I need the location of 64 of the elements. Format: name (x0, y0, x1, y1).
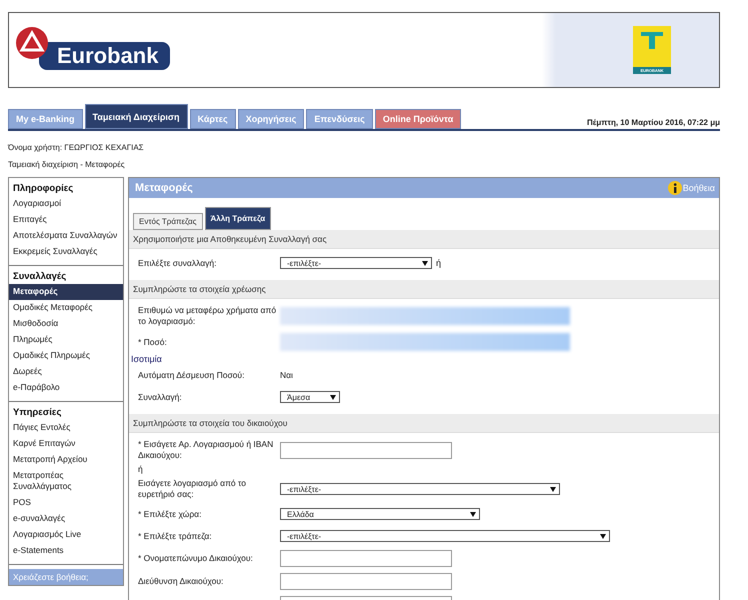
field-value: Ναι (280, 370, 293, 380)
field-label: Επιθυμώ να μεταφέρω χρήματα από το λογαριασμό: (138, 305, 276, 326)
section-header: Συμπληρώστε τα στοιχεία χρέωσης (129, 280, 719, 299)
sidebar-item[interactable]: Αποτελέσματα Συναλλαγών (9, 228, 123, 244)
sidebar-heading: Υπηρεσίες (12, 406, 62, 420)
breadcrumb: Ταμειακή διαχείριση - Μεταφορές (8, 160, 126, 169)
sidebar-item[interactable]: Λογαριασμοί (9, 196, 123, 212)
field-label: Συναλλαγή: (138, 392, 182, 402)
section-header: Συμπληρώστε τα στοιχεία του δικαιούχου (129, 414, 719, 433)
transfer-tab[interactable]: Εντός Τράπεζας (133, 213, 202, 230)
logo-icon (15, 26, 49, 60)
field-label: Διεύθυνση Δικαιούχου: (138, 576, 224, 586)
field-label: * Ονοματεπώνυμο Δικαιούχου: (138, 553, 253, 563)
field-label: * Επιλέξτε τράπεζα: (138, 530, 212, 540)
field-label: * Επιλέξτε χώρα: (138, 508, 202, 518)
sidebar-item[interactable]: e-Παράβολο (9, 380, 123, 396)
t-letter-icon (639, 30, 665, 50)
dropdown[interactable]: Άμεσα (280, 391, 340, 403)
caret-icon (550, 486, 556, 492)
sidebar-item[interactable]: Δωρεές (9, 364, 123, 380)
panel-title: Μεταφορές (135, 182, 193, 194)
sidebar-item[interactable]: Λογαριασμός Live (9, 527, 123, 543)
or-text: ή (138, 464, 143, 475)
sidebar-item[interactable]: Πάγιες Εντολές (9, 420, 123, 436)
sidebar-item[interactable]: Μεταφορές (9, 284, 123, 300)
field-label: Αυτόματη Δέσμευση Ποσού: (138, 370, 244, 380)
section-header: Χρησιμοποιήστε μια Αποθηκευμένη Συναλλαγή σας (129, 230, 719, 249)
sidebar-heading: Πληροφορίες (12, 182, 74, 196)
caret-icon (422, 260, 428, 266)
logo-text: Eurobank (39, 42, 170, 70)
exchange-rate-link[interactable]: Ισοτιμία (131, 354, 162, 364)
info-icon (668, 181, 682, 195)
sidebar-item[interactable]: Πληρωμές (9, 332, 123, 348)
caret-icon (470, 512, 476, 516)
dropdown[interactable]: -επιλέξτε- (280, 257, 432, 269)
transfer-tab[interactable]: Άλλη Τράπεζα (204, 207, 272, 230)
date-text: Πέμπτη, 10 Μαρτίου 2016, 07:22 μμ (586, 118, 720, 129)
sidebar-item[interactable]: e-συναλλαγές (9, 511, 123, 527)
sidebar-item[interactable]: Μισθοδοσία (9, 316, 123, 332)
dropdown[interactable]: -επιλέξτε- (280, 483, 560, 495)
input-field[interactable] (280, 573, 452, 590)
sidebar-item[interactable]: e-Statements (9, 543, 123, 559)
sidebar-heading: Συναλλαγές (12, 270, 68, 284)
field-label: Επιλέξτε συναλλαγή: (138, 258, 216, 268)
field-label: * Ποσό: (138, 336, 167, 346)
sidebar-item[interactable]: Εκκρεμείς Συναλλαγές (9, 244, 123, 260)
nav-tab[interactable]: Ταμειακή Διαχείριση (84, 104, 188, 129)
dropdown[interactable]: Ελλάδα (280, 508, 480, 520)
dropdown[interactable]: -επιλέξτε- (280, 530, 610, 542)
caret-icon (330, 394, 336, 400)
field-label: * Εισάγετε Αρ. Λογαριασμού ή IBAN Δικαιούχου: (138, 439, 274, 460)
sidebar-item[interactable]: Μετατροπέας Συναλλάγματος (9, 468, 123, 495)
user-name-text: Όνομα χρήστη: ΓΕΩΡΓΙΟΣ ΚΕΧΑΓΙΑΣ (8, 143, 145, 152)
field-label: Εισάγετε λογαριασμό από το ευρετήριό σας: (138, 478, 246, 499)
sidebar-item[interactable]: POS (9, 495, 123, 511)
sidebar-item[interactable]: Ομαδικές Πληρωμές (9, 348, 123, 364)
sidebar-item[interactable]: Καρνέ Επιταγών (9, 436, 123, 452)
caret-icon (600, 534, 606, 538)
input-field[interactable] (280, 550, 452, 567)
sidebar-item[interactable]: Ομαδικές Μεταφορές (9, 300, 123, 316)
sidebar-item[interactable]: Μετατροπή Αρχείου (9, 452, 123, 468)
input-field[interactable] (280, 442, 452, 458)
sidebar-item[interactable]: Επιταγές (9, 212, 123, 228)
or-text: ή (436, 258, 442, 268)
